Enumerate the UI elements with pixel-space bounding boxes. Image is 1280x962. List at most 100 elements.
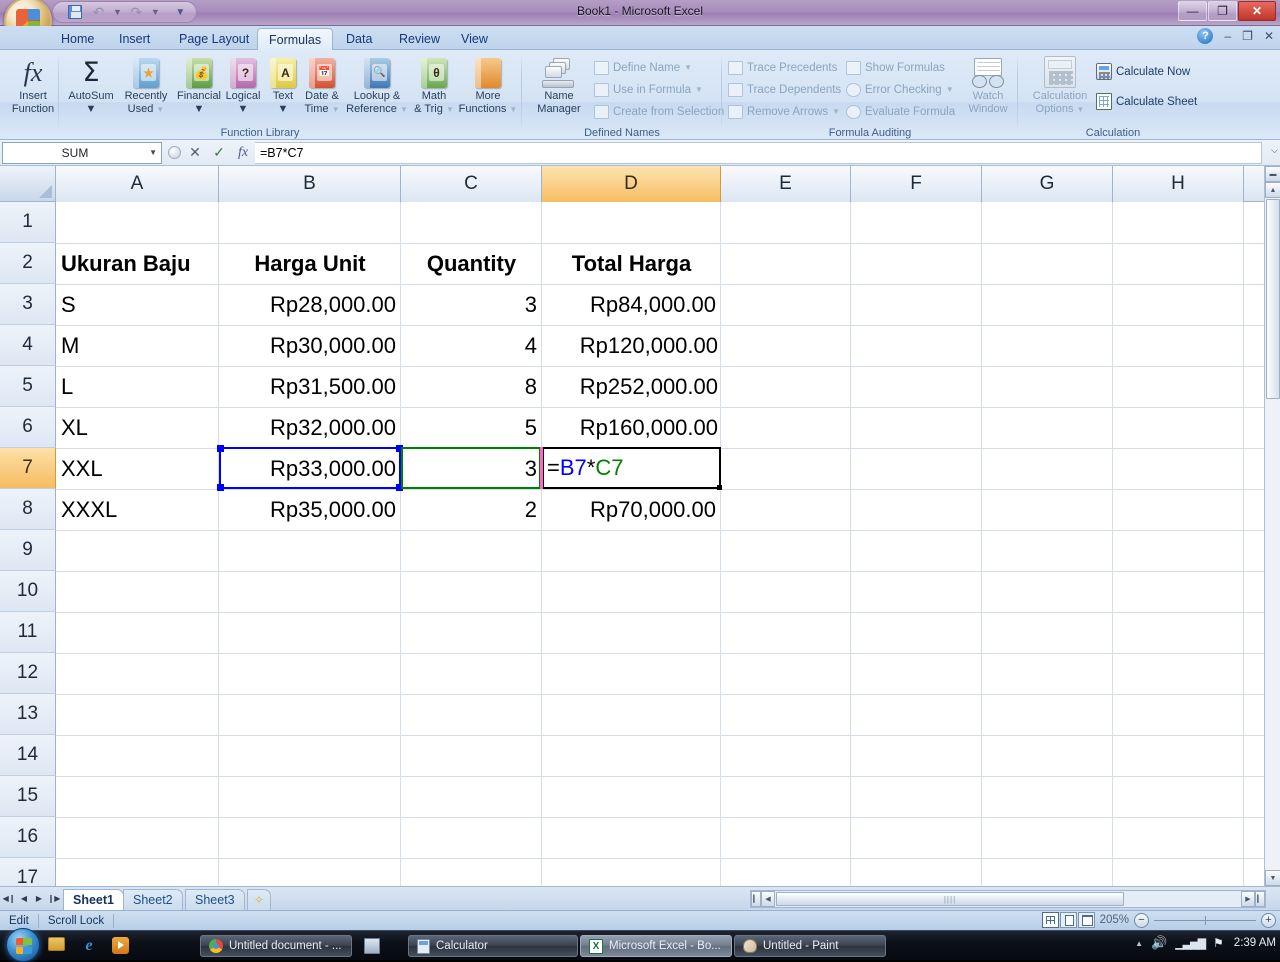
- view-page-break-preview-button[interactable]: [1077, 912, 1095, 928]
- cell-b3[interactable]: Rp28,000.00: [219, 284, 401, 325]
- scroll-up-split-icon[interactable]: ▬: [1265, 166, 1280, 182]
- cell-a4[interactable]: M: [56, 325, 219, 366]
- calculate-now-button[interactable]: Calculate Now: [1096, 62, 1190, 81]
- scroll-up-button[interactable]: ▲: [1265, 182, 1280, 198]
- trace-precedents-button[interactable]: Trace Precedents: [728, 58, 837, 77]
- cell-d2[interactable]: Total Harga: [542, 243, 721, 284]
- formula-input[interactable]: =B7*C7: [255, 141, 1262, 164]
- help-icon[interactable]: ?: [1197, 28, 1214, 44]
- hscroll-split-right-icon[interactable]: ▎: [1255, 891, 1265, 907]
- internet-explorer-icon[interactable]: e: [80, 937, 98, 955]
- autosum-dropdown-icon[interactable]: ▼: [62, 103, 120, 116]
- date-time-button[interactable]: 📅 Date & Time ▼: [297, 54, 347, 116]
- sheet-tab-sheet2[interactable]: Sheet2: [123, 889, 183, 910]
- unknown-app-icon[interactable]: [364, 938, 382, 956]
- sheet-tab-sheet3[interactable]: Sheet3: [185, 889, 245, 910]
- column-header-d[interactable]: D: [542, 166, 721, 202]
- start-button[interactable]: [6, 928, 40, 962]
- cell-d7-editing[interactable]: = B7 * C7: [540, 447, 722, 490]
- fx-insert-function-icon[interactable]: fx: [231, 142, 255, 164]
- cell-a8[interactable]: XXXL: [56, 489, 219, 530]
- tab-data[interactable]: Data: [335, 28, 383, 50]
- row-header-10[interactable]: 10: [0, 571, 56, 612]
- row-header-11[interactable]: 11: [0, 612, 56, 653]
- row-header-4[interactable]: 4: [0, 325, 56, 366]
- row-header-5[interactable]: 5: [0, 366, 56, 407]
- select-all-button[interactable]: [0, 166, 56, 202]
- taskbar-button-chrome[interactable]: Untitled document - ...: [200, 935, 352, 957]
- fill-handle[interactable]: [717, 485, 722, 490]
- row-header-3[interactable]: 3: [0, 284, 56, 325]
- workbook-restore-button[interactable]: ❐: [1242, 29, 1253, 43]
- cancel-formula-button[interactable]: ✕: [183, 142, 207, 164]
- cell-d5[interactable]: Rp252,000.00: [542, 366, 721, 407]
- cell-b8[interactable]: Rp35,000.00: [219, 489, 401, 530]
- last-sheet-button[interactable]: ❙▶: [47, 890, 61, 906]
- action-center-icon[interactable]: ⚑: [1213, 936, 1224, 950]
- taskbar-button-calculator[interactable]: Calculator: [408, 935, 578, 957]
- insert-function-round-icon[interactable]: [165, 142, 183, 164]
- sheet-tab-sheet1[interactable]: Sheet1: [63, 889, 124, 910]
- name-box-dropdown-icon[interactable]: ▼: [149, 148, 157, 157]
- cell-a2[interactable]: Ukuran Baju: [56, 243, 219, 284]
- logical-button[interactable]: ? Logical ▼: [218, 54, 268, 115]
- tab-view[interactable]: View: [450, 28, 499, 50]
- prev-sheet-button[interactable]: ◀: [17, 890, 31, 906]
- workbook-minimize-button[interactable]: –: [1224, 29, 1231, 43]
- taskbar-button-paint[interactable]: Untitled - Paint: [734, 935, 886, 957]
- horizontal-scrollbar[interactable]: ▎ ◀ |||| ▶ ▎: [750, 890, 1266, 908]
- column-header-e[interactable]: E: [721, 166, 851, 202]
- row-header-16[interactable]: 16: [0, 817, 56, 858]
- cell-b6[interactable]: Rp32,000.00: [219, 407, 401, 448]
- tab-review[interactable]: Review: [388, 28, 451, 50]
- cell-b7[interactable]: Rp33,000.00: [219, 448, 401, 489]
- vertical-scroll-thumb[interactable]: [1266, 199, 1280, 399]
- tab-formulas[interactable]: Formulas: [257, 28, 334, 50]
- row-header-13[interactable]: 13: [0, 694, 56, 735]
- scroll-down-button[interactable]: ▼: [1265, 870, 1280, 886]
- workbook-close-button[interactable]: ✕: [1264, 29, 1274, 43]
- create-from-selection-button[interactable]: Create from Selection: [594, 102, 724, 121]
- math-trig-button[interactable]: θ Math & Trig ▼: [408, 54, 460, 116]
- name-manager-button[interactable]: Name Manager: [528, 54, 590, 115]
- row-header-14[interactable]: 14: [0, 735, 56, 776]
- row-header-1[interactable]: 1: [0, 202, 56, 243]
- calculate-sheet-button[interactable]: Calculate Sheet: [1096, 92, 1197, 111]
- remove-arrows-button[interactable]: Remove Arrows ▼: [728, 102, 840, 121]
- name-box[interactable]: SUM ▼: [2, 141, 162, 164]
- insert-function-button[interactable]: fx Insert Function: [2, 54, 64, 115]
- use-in-formula-button[interactable]: Use in Formula ▼: [594, 80, 703, 99]
- cell-c2[interactable]: Quantity: [401, 243, 542, 284]
- tab-home[interactable]: Home: [50, 28, 105, 50]
- close-button[interactable]: ✕: [1238, 1, 1276, 21]
- first-sheet-button[interactable]: ◀❙: [2, 890, 16, 906]
- lookup-reference-button[interactable]: 🔍 Lookup & Reference ▼: [342, 54, 412, 116]
- show-hidden-icons-button[interactable]: ▲: [1135, 939, 1143, 948]
- minimize-button[interactable]: —: [1178, 1, 1207, 21]
- cell-a5[interactable]: L: [56, 366, 219, 407]
- column-header-c[interactable]: C: [401, 166, 542, 202]
- row-header-17[interactable]: 17: [0, 858, 56, 886]
- cell-a3[interactable]: S: [56, 284, 219, 325]
- cell-c8[interactable]: 2: [401, 489, 542, 530]
- clock[interactable]: 2:39 AM: [1234, 937, 1276, 949]
- cell-d6[interactable]: Rp160,000.00: [542, 407, 721, 448]
- row-header-7[interactable]: 7: [0, 448, 56, 489]
- view-normal-button[interactable]: [1041, 912, 1059, 928]
- next-sheet-button[interactable]: ▶: [32, 890, 46, 906]
- autosum-button[interactable]: Σ AutoSum ▼: [62, 54, 120, 115]
- zoom-level-label[interactable]: 205%: [1100, 914, 1129, 926]
- hscroll-split-icon[interactable]: ▎: [751, 891, 761, 907]
- enter-formula-button[interactable]: ✓: [207, 142, 231, 164]
- view-page-layout-button[interactable]: [1059, 912, 1077, 928]
- cell-c5[interactable]: 8: [401, 366, 542, 407]
- row-header-2[interactable]: 2: [0, 243, 56, 284]
- scroll-right-button[interactable]: ▶: [1241, 891, 1255, 907]
- cell-c4[interactable]: 4: [401, 325, 542, 366]
- row-header-9[interactable]: 9: [0, 530, 56, 571]
- cell-d4[interactable]: Rp120,000.00: [542, 325, 721, 366]
- row-header-15[interactable]: 15: [0, 776, 56, 817]
- column-header-f[interactable]: F: [851, 166, 982, 202]
- show-desktop-icon[interactable]: [48, 937, 66, 955]
- volume-icon[interactable]: 🔊: [1151, 935, 1167, 951]
